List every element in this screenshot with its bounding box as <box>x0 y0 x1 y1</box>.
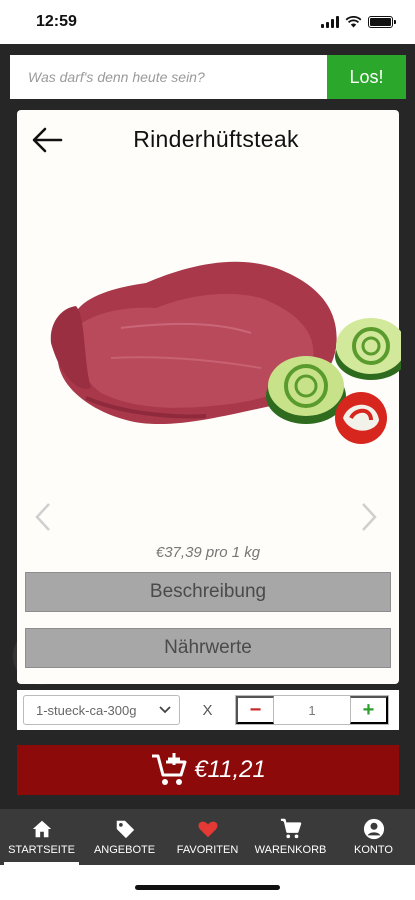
bottom-nav: STARTSEITE ANGEBOTE FAVORITEN WARENKORB … <box>0 809 415 865</box>
cart-icon <box>280 818 301 839</box>
home-indicator[interactable] <box>135 885 280 890</box>
description-button[interactable]: Beschreibung <box>25 572 391 612</box>
wifi-icon <box>345 16 362 28</box>
search-bar: Los! <box>10 55 406 99</box>
nav-item-favoriten[interactable]: FAVORITEN <box>166 809 249 865</box>
times-symbol: X <box>202 701 213 719</box>
cart-price: €11,21 <box>194 756 266 783</box>
battery-icon <box>368 16 396 28</box>
add-to-cart-icon <box>152 753 187 785</box>
nav-label: STARTSEITE <box>8 844 75 856</box>
chevron-down-icon <box>159 706 171 714</box>
price-per-unit: €37,39 pro 1 kg <box>155 544 261 561</box>
quantity-stepper: − + <box>235 695 389 725</box>
home-icon <box>32 820 51 838</box>
previous-image-icon[interactable] <box>31 500 57 534</box>
nav-label: KONTO <box>354 844 393 856</box>
nav-label: FAVORITEN <box>176 844 239 856</box>
nav-label: ANGEBOTE <box>93 844 156 856</box>
options-row: 1-stueck-ca-300g X − + <box>17 690 399 730</box>
account-icon <box>363 818 384 840</box>
product-title: Rinderhüftsteak <box>133 126 299 152</box>
decrease-quantity-button[interactable]: − <box>236 696 274 724</box>
nav-item-angebote[interactable]: ANGEBOTE <box>83 809 166 865</box>
next-image-icon[interactable] <box>355 500 381 534</box>
search-button[interactable]: Los! <box>327 55 406 99</box>
nutrition-button[interactable]: Nährwerte <box>25 628 391 668</box>
product-image <box>50 261 401 444</box>
nav-item-konto[interactable]: KONTO <box>332 809 415 865</box>
quantity-input[interactable] <box>274 696 350 724</box>
signal-icon <box>321 16 339 28</box>
nav-item-startseite[interactable]: STARTSEITE <box>0 809 83 865</box>
tag-icon <box>116 820 134 839</box>
variant-selected-value: 1-stueck-ca-300g <box>36 702 137 718</box>
status-time: 12:59 <box>36 13 77 30</box>
status-bar: 12:59 <box>0 0 415 44</box>
home-bar-area <box>0 865 415 900</box>
nav-item-warenkorb[interactable]: WARENKORB <box>249 809 332 865</box>
product-card: Rinderhüftsteak €37,39 pro 1 kg Beschrei… <box>17 110 401 684</box>
increase-quantity-button[interactable]: + <box>350 696 388 724</box>
nav-label: WARENKORB <box>254 844 327 856</box>
add-to-cart-button[interactable]: €11,21 <box>17 745 399 795</box>
heart-icon <box>198 821 217 838</box>
status-icons <box>321 16 396 28</box>
search-input[interactable] <box>10 55 327 99</box>
variant-select[interactable]: 1-stueck-ca-300g <box>23 695 180 725</box>
